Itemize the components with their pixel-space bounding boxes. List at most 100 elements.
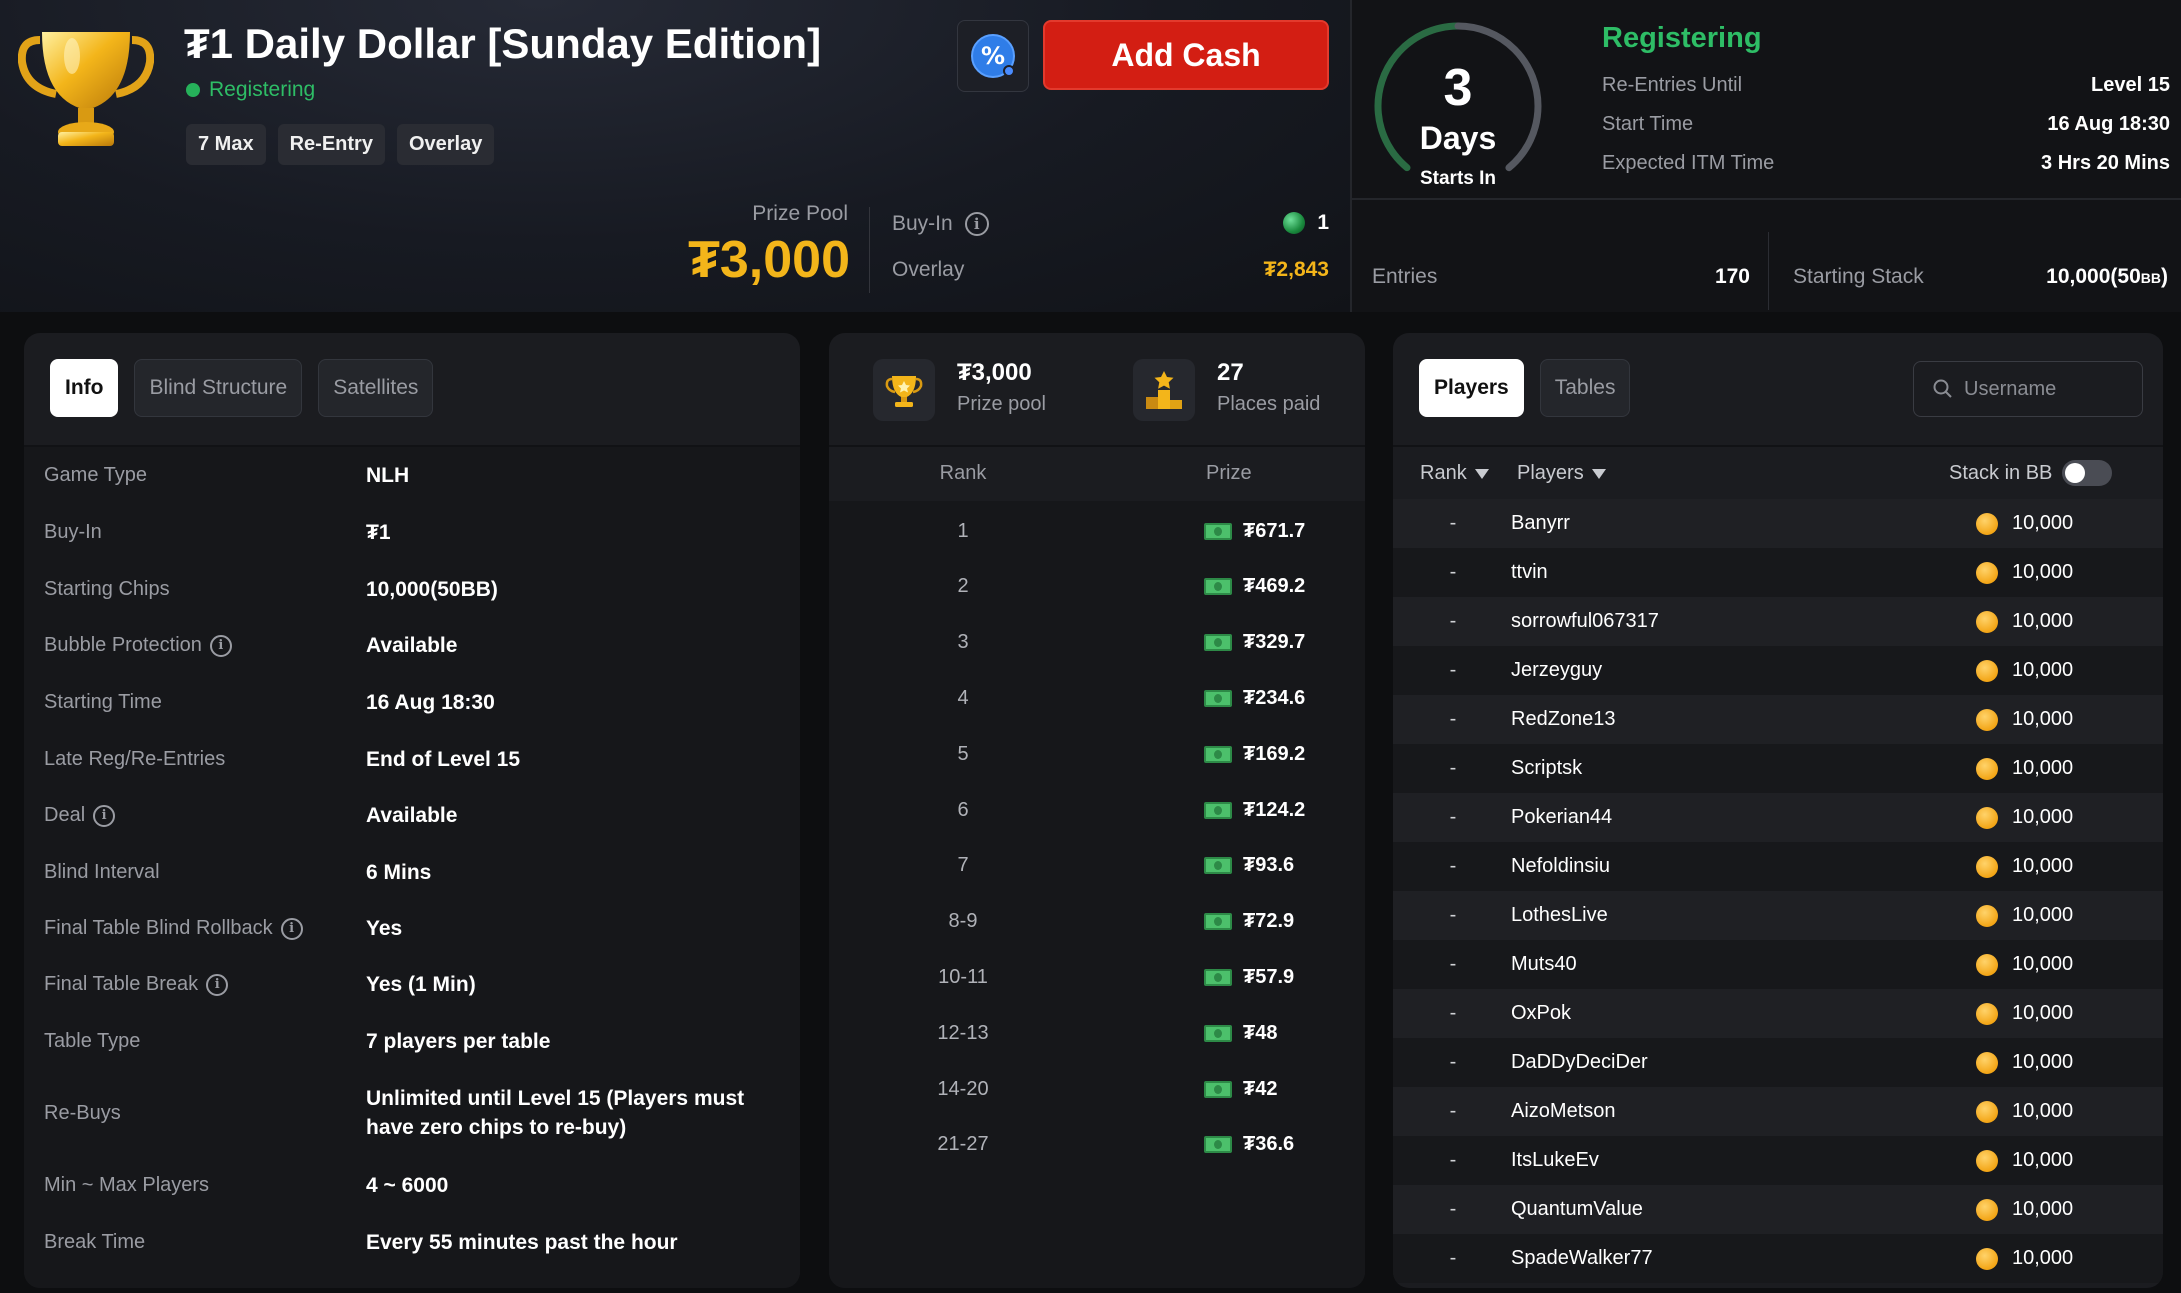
places-paid-value: 27 bbox=[1217, 359, 1244, 386]
player-name: Muts40 bbox=[1511, 953, 1577, 975]
chip-coin-icon bbox=[1976, 1002, 1998, 1025]
player-row[interactable]: - Banyrr 10,000 bbox=[1393, 499, 2163, 548]
player-rank: - bbox=[1449, 1198, 1457, 1220]
player-row[interactable]: - ttvin 10,000 bbox=[1393, 548, 2163, 597]
info-row-value: 7 players per table bbox=[366, 1030, 551, 1053]
player-row[interactable]: - Jerzeyguy 10,000 bbox=[1393, 646, 2163, 695]
tab-tables[interactable]: Tables bbox=[1539, 359, 1631, 417]
reentries-until-row: Re-Entries Until Level 15 bbox=[1602, 74, 2170, 97]
info-icon[interactable]: i bbox=[964, 212, 989, 236]
player-rank: - bbox=[1449, 659, 1457, 681]
player-rank: - bbox=[1449, 953, 1457, 975]
places-paid-caption: Places paid bbox=[1217, 393, 1321, 415]
info-row-label: Final Table Blind Rollback i bbox=[44, 914, 366, 943]
player-rank: - bbox=[1449, 806, 1457, 828]
prize-table-header: Rank Prize bbox=[829, 447, 1365, 501]
starting-stack-unit: BB bbox=[2140, 270, 2161, 286]
player-stack-cell: 10,000 bbox=[1976, 512, 2073, 535]
tab-satellites[interactable]: Satellites bbox=[318, 359, 434, 417]
player-row[interactable]: - Pokerian44 10,000 bbox=[1393, 793, 2163, 842]
prize-panel: ₮3,000 Prize pool 27 Places paid Rank Pr… bbox=[829, 333, 1365, 1288]
add-cash-button[interactable]: Add Cash bbox=[1043, 20, 1329, 90]
stack-in-bb-toggle[interactable] bbox=[2062, 460, 2113, 486]
starting-stack-amount: 10,000(50 bbox=[2046, 265, 2141, 288]
info-row-value: End of Level 15 bbox=[366, 748, 521, 771]
prize-pool-amount: ₮3,000 bbox=[957, 359, 1032, 386]
countdown-number: 3 bbox=[1443, 59, 1473, 117]
info-row: Final Table Break i Yes (1 Min) bbox=[44, 970, 784, 999]
percent-badge-icon: % bbox=[971, 34, 1015, 78]
prize-amount-cell: ₮36.6 bbox=[1204, 1133, 1294, 1156]
countdown-label: Starts In bbox=[1419, 168, 1497, 189]
buyin-value: 1 bbox=[1317, 211, 1329, 234]
entries-label: Entries bbox=[1372, 265, 1438, 288]
prize-amount-cell: ₮469.2 bbox=[1204, 575, 1305, 598]
player-row[interactable]: - DaDDyDeciDer 10,000 bbox=[1393, 1038, 2163, 1087]
info-row-key: Buy-In bbox=[44, 521, 102, 543]
chip-coin-icon bbox=[1976, 806, 1998, 829]
player-row[interactable]: - ItsLukeEv 10,000 bbox=[1393, 1136, 2163, 1185]
player-row[interactable]: - LothesLive 10,000 bbox=[1393, 891, 2163, 940]
info-row-key: Final Table Blind Rollback bbox=[44, 917, 273, 939]
prize-table-body: 1 ₮671.7 2 ₮469.2 3 ₮329.7 4 ₮234.6 5 ₮169.2 6 ₮124… bbox=[829, 501, 1365, 1288]
players-panel: Players Tables Username Rank Players Sta… bbox=[1393, 333, 2163, 1288]
tab-players[interactable]: Players bbox=[1419, 359, 1524, 417]
player-stack: 10,000 bbox=[2012, 855, 2074, 877]
small-trophy-icon bbox=[885, 376, 923, 407]
prize-amount: ₮234.6 bbox=[1243, 686, 1306, 709]
info-icon[interactable]: i bbox=[206, 973, 229, 996]
info-icon[interactable]: i bbox=[209, 634, 232, 657]
tab-blind-structure[interactable]: Blind Structure bbox=[134, 359, 303, 417]
player-row[interactable]: - SpadeWalker77 10,000 bbox=[1393, 1234, 2163, 1283]
prize-amount: ₮93.6 bbox=[1243, 854, 1295, 877]
player-stack: 10,000 bbox=[2012, 1149, 2074, 1171]
info-row-value: 6 Mins bbox=[366, 861, 432, 884]
info-row-key: Min ~ Max Players bbox=[44, 1174, 210, 1196]
cash-icon bbox=[1204, 1024, 1232, 1042]
info-row-value: Available bbox=[366, 804, 458, 827]
tab-info[interactable]: Info bbox=[50, 359, 119, 417]
player-name: QuantumValue bbox=[1511, 1198, 1643, 1220]
player-stack-cell: 10,000 bbox=[1976, 1247, 2073, 1270]
prize-rank: 10-11 bbox=[938, 965, 988, 988]
chip-coin-icon bbox=[1976, 708, 1998, 731]
info-row: Starting Time 16 Aug 18:30 bbox=[44, 688, 784, 717]
player-row[interactable]: - Muts40 10,000 bbox=[1393, 940, 2163, 989]
info-icon[interactable]: i bbox=[93, 804, 116, 827]
info-row-value: 16 Aug 18:30 bbox=[366, 691, 495, 714]
username-search-input[interactable]: Username bbox=[1913, 361, 2143, 417]
player-stack: 10,000 bbox=[2012, 1051, 2074, 1073]
start-time-row: Start Time 16 Aug 18:30 bbox=[1602, 113, 2170, 136]
sort-rank-header[interactable]: Rank bbox=[1420, 462, 1489, 485]
prize-row: 5 ₮169.2 bbox=[829, 726, 1365, 782]
cash-icon bbox=[1204, 857, 1232, 875]
info-row: Blind Interval 6 Mins bbox=[44, 858, 784, 887]
col-players: Players bbox=[1517, 462, 1584, 484]
starting-stack-label: Starting Stack bbox=[1793, 265, 1924, 288]
promo-button[interactable]: % bbox=[957, 20, 1029, 92]
player-row[interactable]: - OxPok 10,000 bbox=[1393, 989, 2163, 1038]
info-row-label: Deal i bbox=[44, 801, 366, 830]
sort-players-header[interactable]: Players bbox=[1517, 462, 1606, 485]
player-row[interactable]: - QuantumValue 10,000 bbox=[1393, 1185, 2163, 1234]
player-stack-cell: 10,000 bbox=[1976, 1198, 2073, 1221]
countdown-unit: Days bbox=[1419, 120, 1497, 156]
player-name: Nefoldinsiu bbox=[1511, 855, 1610, 877]
player-stack-cell: 10,000 bbox=[1976, 1002, 2073, 1025]
players-tabs: Players Tables bbox=[1419, 359, 1631, 417]
cash-icon bbox=[1204, 801, 1232, 819]
player-row[interactable]: - Scriptsk 10,000 bbox=[1393, 744, 2163, 793]
ticket-gem-icon bbox=[1283, 212, 1306, 234]
cash-icon bbox=[1204, 745, 1232, 763]
player-rank: - bbox=[1449, 757, 1457, 779]
info-row-key: Game Type bbox=[44, 464, 148, 486]
info-row-value: Available bbox=[366, 634, 458, 657]
player-row[interactable]: - AizoMetson 10,000 bbox=[1393, 1087, 2163, 1136]
player-row[interactable]: - sorrowful067317 10,000 bbox=[1393, 597, 2163, 646]
cash-icon bbox=[1204, 968, 1232, 986]
col-rank: Rank bbox=[939, 462, 987, 484]
player-name: AizoMetson bbox=[1511, 1100, 1616, 1122]
player-row[interactable]: - Nefoldinsiu 10,000 bbox=[1393, 842, 2163, 891]
player-row[interactable]: - RedZone13 10,000 bbox=[1393, 695, 2163, 744]
info-icon[interactable]: i bbox=[280, 917, 303, 940]
